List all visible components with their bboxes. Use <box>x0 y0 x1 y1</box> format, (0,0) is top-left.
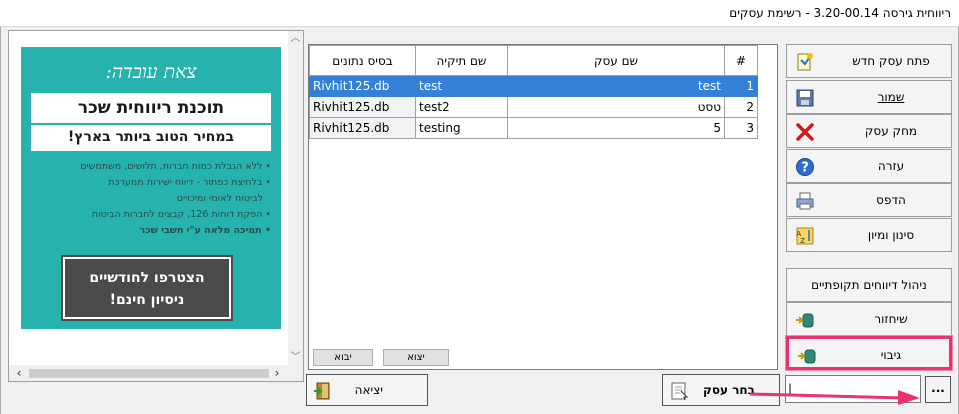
ad-subline: במחיר הטוב ביותר בארץ! <box>31 123 271 151</box>
column-header-folder[interactable]: שם תיקיה <box>415 45 508 76</box>
backup-label: גיבוי <box>880 348 902 362</box>
cell-number[interactable]: 1 <box>724 75 758 97</box>
ad-headline: תוכנת ריווחית שכר <box>31 93 271 123</box>
filter-sort-button[interactable]: סינון ומיון AZ <box>786 218 952 252</box>
backup-button[interactable]: גיבוי <box>786 336 952 370</box>
svg-text:Z: Z <box>800 237 805 245</box>
scroll-left-icon[interactable]: ‹ <box>11 365 27 381</box>
scroll-thumb[interactable] <box>29 369 269 378</box>
help-button[interactable]: עזרה ? <box>786 149 952 183</box>
cell-name[interactable]: 5 <box>507 117 725 139</box>
cell-db[interactable]: Rivhit125.db <box>309 117 416 139</box>
help-label: עזרה <box>877 159 905 173</box>
exit-door-icon <box>314 382 330 400</box>
column-header-number[interactable]: # <box>724 45 758 76</box>
open-new-business-button[interactable]: פתח עסק חדש <box>786 44 952 78</box>
open-new-business-label: פתח עסק חדש <box>852 54 930 68</box>
save-label: שמור <box>877 90 905 104</box>
restore-icon <box>796 313 814 328</box>
restore-button[interactable]: שיחזור <box>786 302 952 336</box>
window-title: ריווחית גירסה 3.20-00.14 - רשימת עסקים <box>729 6 951 20</box>
ad-cta-line1: הצטרפו לחודשיים <box>89 270 205 286</box>
delete-business-button[interactable]: מחק עסק <box>786 114 952 148</box>
scroll-up-icon[interactable]: ︿ <box>288 31 303 46</box>
cell-name[interactable]: test <box>507 75 725 97</box>
ad-vertical-scrollbar[interactable]: ︿ ﹀ <box>288 31 303 365</box>
help-question-icon: ? <box>796 158 814 176</box>
scroll-right-icon[interactable]: › <box>269 365 285 381</box>
table-row[interactable]: Rivhit125.db test2 טסט 2 <box>309 96 758 118</box>
column-header-name[interactable]: שם עסק <box>507 45 725 76</box>
browse-button[interactable]: ... <box>925 376 951 403</box>
cell-number[interactable]: 2 <box>724 96 758 118</box>
printer-icon <box>796 192 814 210</box>
print-button[interactable]: הדפס <box>786 183 952 217</box>
backup-icon <box>798 349 816 364</box>
table-row[interactable]: Rivhit125.db testing 5 3 <box>309 117 758 139</box>
new-document-icon <box>797 53 813 71</box>
ad-horizontal-scrollbar[interactable]: ‹ › <box>9 365 303 381</box>
scroll-down-icon[interactable]: ﹀ <box>288 350 303 365</box>
ad-bullet: ללא הגבלת כמות חברות, תלושים, משתמשים <box>29 159 271 175</box>
ad-cta-button[interactable]: הצטרפו לחודשיים ניסיון חינם! <box>61 255 233 321</box>
save-button[interactable]: שמור <box>786 80 952 114</box>
print-label: הדפס <box>876 193 906 207</box>
table-row[interactable]: Rivhit125.db test test 1 <box>309 75 758 97</box>
ad-banner[interactable]: צאת עובדה: תוכנת ריווחית שכר במחיר הטוב … <box>21 47 281 329</box>
cell-name[interactable]: טסט <box>507 96 725 118</box>
cell-folder[interactable]: test2 <box>415 96 508 118</box>
cell-folder[interactable]: test <box>415 75 508 97</box>
ad-bullet-list: ללא הגבלת כמות חברות, תלושים, משתמשים בל… <box>29 159 271 239</box>
annotation-arrow-icon <box>749 390 920 405</box>
ad-bullet: לביטוח לאומי ומיכויים <box>176 193 263 204</box>
cell-db[interactable]: Rivhit125.db <box>309 96 416 118</box>
cell-folder[interactable]: testing <box>415 117 508 139</box>
filter-sort-label: סינון ומיון <box>867 228 915 242</box>
exit-button[interactable]: יציאה <box>306 374 428 406</box>
cell-db[interactable]: Rivhit125.db <box>309 75 416 97</box>
import-button[interactable]: יבוא <box>313 349 373 366</box>
title-bar: ריווחית גירסה 3.20-00.14 - רשימת עסקים <box>0 0 959 27</box>
periodic-reports-button[interactable]: ניהול דיווחים תקופתיים <box>786 268 952 302</box>
ad-panel: צאת עובדה: תוכנת ריווחית שכר במחיר הטוב … <box>8 30 304 382</box>
floppy-disk-icon <box>796 89 814 107</box>
export-button[interactable]: יצוא <box>383 349 449 366</box>
svg-text:?: ? <box>801 161 809 176</box>
column-header-db[interactable]: בסיס נתונים <box>309 45 416 76</box>
cell-number[interactable]: 3 <box>724 117 758 139</box>
ad-cta-line2: ניסיון חינם! <box>109 292 185 308</box>
business-grid: בסיס נתונים שם תיקיה שם עסק # Rivhit125.… <box>308 44 778 370</box>
select-document-icon <box>671 382 689 401</box>
exit-label: יציאה <box>354 383 383 397</box>
delete-business-label: מחק עסק <box>864 124 918 138</box>
sort-az-icon: AZ <box>796 227 814 245</box>
ad-script-title: צאת עובדה: <box>105 61 197 83</box>
ad-bullet: תמיכה מלאה ע"י חשבי שכר <box>29 223 271 239</box>
ad-bullet: הפקת דוחות 126, קבצים לחברות הביטוח <box>29 207 271 223</box>
business-table: בסיס נתונים שם תיקיה שם עסק # Rivhit125.… <box>309 45 758 139</box>
delete-x-icon <box>796 123 814 141</box>
ad-bullet: בלחיצת כפתור - דיווח ישירות ממערכת <box>29 175 271 191</box>
restore-label: שיחזור <box>874 312 908 326</box>
